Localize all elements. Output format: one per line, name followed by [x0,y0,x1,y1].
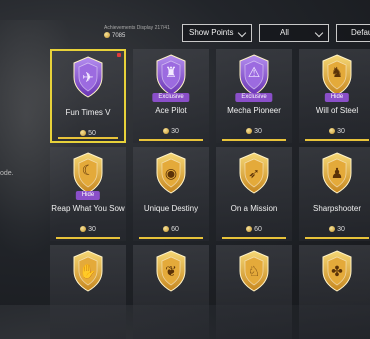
achievement-points: 60 [133,226,209,233]
achievement-points-value: 60 [254,226,262,233]
side-description-text: ode. [0,170,14,177]
achievement-name: Reap What You Sow [51,204,125,213]
progress-bar [139,139,203,141]
achievement-points-value: 50 [88,130,96,137]
coin-icon [80,226,87,232]
coin-icon [329,226,336,232]
plane-icon: ✈ [82,69,94,85]
warrior-icon: ♞ [330,64,344,80]
achievement-name: Unique Destiny [143,204,199,213]
points-total: 7085 [104,32,170,40]
bird-icon: ❦ [165,263,177,279]
achievement-tag: Exclusive [152,93,190,102]
achievement-card[interactable]: ➶ On a Mission 60 [216,147,292,241]
achievement-card[interactable]: ✤ [299,245,370,339]
achievement-points: 30 [299,128,370,135]
scythe-icon: ☾ [81,162,95,178]
progress-bar [305,139,369,141]
default-dropdown-label: Defau [351,28,370,37]
mech-icon: ♜ [164,64,178,80]
achievements-display-label: Achievements Display 217/41 [104,25,170,31]
chevron-down-icon [237,28,247,38]
coin-icon [163,128,170,134]
achievement-card[interactable]: ⚠ Exclusive Mecha Pioneer 30 [216,49,292,143]
coin-icon [246,128,253,134]
achievement-points: 50 [52,130,124,137]
soldier-icon: ♟ [330,165,344,181]
achievements-header: Achievements Display 217/41 7085 [104,24,170,40]
category-dropdown-label: All [280,28,289,37]
achievement-name: Fun Times V [65,108,111,117]
achievement-name: Ace Pilot [155,106,187,115]
progress-bar [222,139,286,141]
sort-dropdown-label: Show Points [189,28,234,37]
achievement-points: 30 [50,226,126,233]
progress-bar [305,237,369,239]
achievement-card[interactable]: ◉ Unique Destiny 60 [133,147,209,241]
progress-bar [56,237,120,239]
clover-icon: ✤ [331,263,343,279]
hand-icon: ✋ [79,263,97,279]
bow-icon: ➶ [248,165,260,181]
new-indicator-dot [117,53,121,57]
horse-icon: ♘ [247,263,261,279]
achievement-card[interactable]: ✈ Fun Times V 50 [50,49,126,143]
achievement-name: Sharpshooter [312,204,362,213]
achievement-tag: Hide [324,93,350,102]
achievement-name: Will of Steel [315,106,359,115]
achievement-points: 30 [133,128,209,135]
coin-icon [104,32,110,38]
coin-icon [246,226,253,232]
achievement-tag: Hide [75,191,101,200]
achievement-card[interactable]: ♞ Hide Will of Steel 30 [299,49,370,143]
points-total-value: 7085 [112,33,126,39]
achievement-points: 60 [216,226,292,233]
achievement-points: 30 [299,226,370,233]
achievement-points-value: 30 [171,128,179,135]
achievement-name: On a Mission [230,204,278,213]
progress-bar [58,137,118,139]
achievement-points-value: 30 [88,226,96,233]
achievement-tag: Exclusive [235,93,273,102]
achievement-points-value: 60 [171,226,179,233]
warning-icon: ⚠ [247,64,261,80]
eye-icon: ◉ [164,165,178,181]
achievement-card[interactable]: ❦ [133,245,209,339]
coin-icon [329,128,336,134]
achievement-points: 30 [216,128,292,135]
achievement-card[interactable]: ☾ Hide Reap What You Sow 30 [50,147,126,241]
category-dropdown[interactable]: All [259,24,329,42]
achievement-card[interactable]: ♟ Sharpshooter 30 [299,147,370,241]
achievement-card[interactable]: ♘ [216,245,292,339]
default-dropdown[interactable]: Defau [336,24,370,42]
progress-bar [139,237,203,239]
chevron-down-icon [314,28,324,38]
sort-dropdown[interactable]: Show Points [182,24,252,42]
achievement-card[interactable]: ♜ Exclusive Ace Pilot 30 [133,49,209,143]
achievement-points-value: 30 [254,128,262,135]
achievement-name: Mecha Pioneer [227,106,281,115]
achievement-card[interactable]: ✋ [50,245,126,339]
coin-icon [163,226,170,232]
coin-icon [80,130,87,136]
achievement-points-value: 30 [337,226,345,233]
achievement-points-value: 30 [337,128,345,135]
progress-bar [222,237,286,239]
